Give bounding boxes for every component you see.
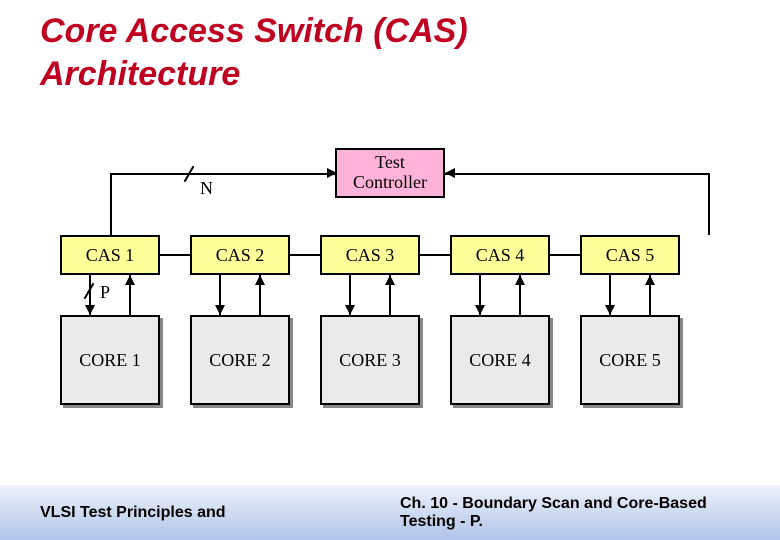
arrow-icon	[215, 305, 225, 315]
cas-label: CAS 4	[476, 245, 525, 266]
bus-width-n-label: N	[200, 178, 213, 199]
bus-line	[110, 173, 112, 235]
cas-box-2: CAS 2	[190, 235, 290, 275]
cas-label: CAS 5	[606, 245, 655, 266]
core-label: CORE 2	[209, 350, 271, 371]
page-title: Core Access Switch (CAS) Architecture	[40, 10, 740, 95]
arrow-icon	[255, 275, 265, 285]
arrow-icon	[605, 305, 615, 315]
test-controller-label: Test Controller	[353, 153, 427, 193]
diagram: Test Controller N CAS 1 CAS 2 CAS 3 CAS …	[50, 140, 730, 460]
footer: VLSI Test Principles and Ch. 10 - Bounda…	[0, 485, 780, 540]
bus-line	[445, 173, 710, 175]
core-label: CORE 5	[599, 350, 661, 371]
title-line-1: Core Access Switch (CAS)	[40, 12, 468, 50]
core-box-2: CORE 2	[190, 315, 290, 405]
cas-box-4: CAS 4	[450, 235, 550, 275]
core-box-3: CORE 3	[320, 315, 420, 405]
arrow-icon	[445, 168, 455, 178]
cas-box-3: CAS 3	[320, 235, 420, 275]
bus-width-p-label: P	[100, 282, 110, 303]
core-box-4: CORE 4	[450, 315, 550, 405]
core-box-5: CORE 5	[580, 315, 680, 405]
cas-label: CAS 2	[216, 245, 265, 266]
cas-link	[420, 254, 450, 256]
core-label: CORE 1	[79, 350, 141, 371]
core-box-1: CORE 1	[60, 315, 160, 405]
arrow-icon	[515, 275, 525, 285]
arrow-icon	[475, 305, 485, 315]
cas-box-1: CAS 1	[60, 235, 160, 275]
core-label: CORE 3	[339, 350, 401, 371]
cas-box-5: CAS 5	[580, 235, 680, 275]
core-label: CORE 4	[469, 350, 531, 371]
cas-label: CAS 1	[86, 245, 135, 266]
bus-line	[110, 173, 335, 175]
arrow-icon	[327, 168, 337, 178]
arrow-icon	[85, 305, 95, 315]
cas-link	[160, 254, 190, 256]
arrow-icon	[385, 275, 395, 285]
cas-link	[550, 254, 580, 256]
cas-label: CAS 3	[346, 245, 395, 266]
arrow-icon	[345, 305, 355, 315]
footer-left-text: VLSI Test Principles and	[40, 504, 340, 522]
cas-link	[290, 254, 320, 256]
title-line-2: Architecture	[40, 55, 240, 93]
arrow-icon	[645, 275, 655, 285]
arrow-icon	[125, 275, 135, 285]
footer-right-text: Ch. 10 - Boundary Scan and Core-Based Te…	[400, 495, 760, 531]
bus-line	[708, 173, 710, 235]
test-controller-box: Test Controller	[335, 148, 445, 198]
